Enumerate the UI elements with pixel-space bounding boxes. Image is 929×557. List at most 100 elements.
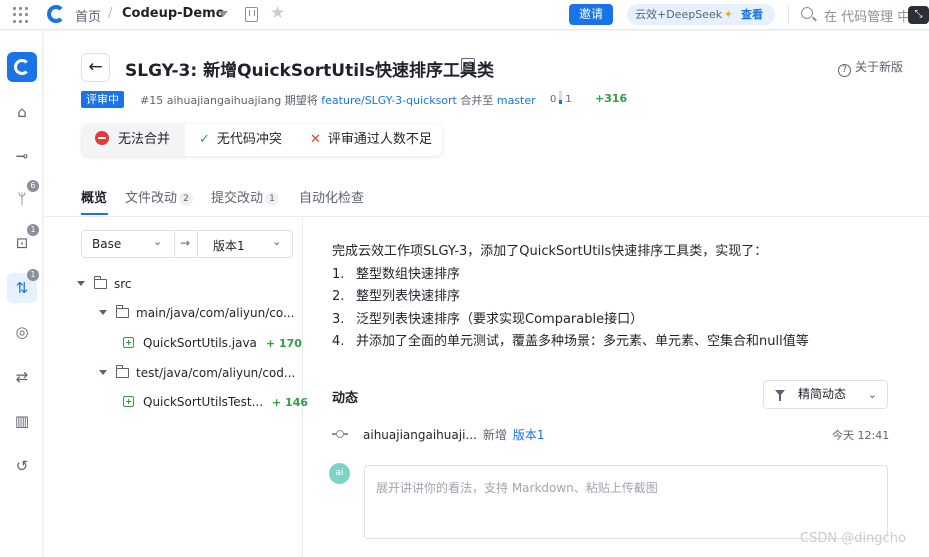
- tree-folder-test[interactable]: test/java/com/aliyun/cod...: [99, 362, 295, 384]
- description-item-text: 泛型列表快速排序（要求实现Comparable接口）: [356, 312, 644, 327]
- description-item: 4. 并添加了全面的单元测试，覆盖多种场景：多元素、单元素、空集合和null值等: [332, 330, 809, 349]
- commit-icon: ⊸: [15, 147, 29, 165]
- caret-down-icon: [99, 370, 107, 375]
- folder-icon: [115, 305, 129, 318]
- status-badge: 评审中: [81, 91, 124, 108]
- description-item: 2. 整型列表快速排序: [332, 285, 460, 304]
- select-divider: [174, 231, 175, 257]
- mr-meta-middle: 合并至: [456, 94, 497, 107]
- sidebar-item-tags[interactable]: ⊡ 1: [7, 224, 39, 258]
- tab-commits[interactable]: 提交改动 1: [211, 187, 280, 206]
- tab-overview-label: 概览: [81, 191, 108, 206]
- top-bar: 首页 / Codeup-Demo ★ 邀请 云效+DeepSeek ✦ 查看 在…: [0, 0, 929, 30]
- sidebar-item-branches[interactable]: ᛘ 6: [7, 180, 39, 214]
- sidebar-item-home[interactable]: ⌂: [7, 97, 37, 127]
- description-item-text: 整型列表快速排序: [356, 289, 461, 304]
- codeup-logo-icon[interactable]: [47, 5, 65, 23]
- sidebar-item-commits[interactable]: ⊸: [7, 141, 37, 171]
- commit-icon: [332, 430, 348, 438]
- tab-commits-count: 1: [265, 192, 280, 206]
- folder-icon: [115, 365, 129, 378]
- target-branch-link[interactable]: master: [497, 94, 536, 107]
- edit-title-icon[interactable]: [461, 58, 475, 72]
- app-grid-icon[interactable]: [13, 7, 29, 23]
- tree-folder-src[interactable]: src: [77, 273, 132, 295]
- search-icon[interactable]: [801, 7, 813, 19]
- tree-file-quicksortutilstest[interactable]: QuickSortUtilsTest... + 146: [123, 391, 308, 413]
- back-button[interactable]: ←: [81, 53, 110, 82]
- folder-icon: [93, 276, 107, 289]
- reviewer-check-label: 评审通过人数不足: [327, 132, 432, 147]
- select-divider: [197, 231, 198, 257]
- tab-file-changes-label: 文件改动: [125, 191, 178, 206]
- search-input[interactable]: 在 代码管理 中: [824, 6, 914, 25]
- file-added-icon: [123, 337, 134, 348]
- sparkle-icon: ✦: [723, 8, 733, 21]
- chevron-down-icon: ⌄: [272, 235, 282, 248]
- chevron-down-icon: ⌄: [153, 235, 163, 248]
- tree-file-quicksortutils[interactable]: QuickSortUtils.java + 170: [123, 332, 302, 354]
- comment-input[interactable]: 展开讲讲你的看法，支持 Markdown、粘贴上传截图: [364, 465, 888, 539]
- source-branch-link[interactable]: feature/SLGY-3-quicksort: [321, 94, 457, 107]
- ai-chip-view-link[interactable]: 查看: [741, 4, 763, 25]
- breadcrumb-home[interactable]: 首页: [75, 6, 101, 25]
- project-dropdown-icon[interactable]: [218, 11, 228, 17]
- active-tab-indicator: [81, 213, 108, 215]
- base-version-select[interactable]: Base: [92, 237, 121, 251]
- chevron-down-icon: ⌄: [867, 388, 877, 401]
- diff-deleted-count: 0: [550, 94, 557, 105]
- left-sidebar: ⌂ ⊸ ᛘ 6 ⊡ 1 ⇅ 1 ◎ ⇄ ▥ ↺: [0, 31, 43, 557]
- file-added-lines: + 146: [272, 396, 309, 409]
- tab-file-changes[interactable]: 文件改动 2: [125, 187, 194, 206]
- sidebar-item-history[interactable]: ↺: [7, 451, 37, 481]
- help-circle-icon: ?: [838, 64, 851, 77]
- description-item-number: 2.: [332, 289, 345, 304]
- expand-icon[interactable]: ⤡: [908, 6, 929, 24]
- diff-added-count: +316: [595, 92, 628, 105]
- diff-ratio-bar: [559, 91, 563, 104]
- target-icon: ◎: [15, 323, 29, 341]
- conflict-check-label: 无代码冲突: [216, 132, 282, 147]
- version-compare-select[interactable]: Base ⌄ → 版本1 ⌄: [81, 230, 293, 258]
- activity-filter-select[interactable]: 精简动态 ⌄: [763, 380, 888, 409]
- merge-checks-panel[interactable]: 无法合并 ✓ 无代码冲突 ✕ 评审通过人数不足: [82, 124, 442, 156]
- tab-commits-label: 提交改动: [211, 191, 264, 206]
- reviewer-check[interactable]: ✕ 评审通过人数不足: [310, 124, 432, 156]
- activity-verb: 新增: [482, 428, 507, 442]
- merge-status-check[interactable]: 无法合并: [82, 124, 185, 156]
- tab-overview[interactable]: 概览: [81, 187, 107, 206]
- target-version-select[interactable]: 版本1: [213, 237, 245, 254]
- tab-auto-checks-label: 自动化检查: [299, 191, 365, 206]
- ai-chip-label: 云效+DeepSeek: [635, 8, 723, 21]
- diff-added-small-count: 1: [565, 94, 572, 105]
- repo-book-icon[interactable]: [245, 7, 258, 22]
- star-icon[interactable]: ★: [270, 3, 285, 23]
- activity-version-link[interactable]: 版本1: [513, 428, 545, 442]
- tree-folder-main[interactable]: main/java/com/aliyun/co...: [99, 302, 294, 324]
- sidebar-item-target[interactable]: ◎: [7, 317, 37, 347]
- stats-icon: ▥: [14, 412, 30, 430]
- tab-auto-checks[interactable]: 自动化检查: [299, 187, 364, 206]
- ai-deepseek-chip[interactable]: 云效+DeepSeek ✦ 查看: [627, 4, 775, 25]
- sidebar-item-stats[interactable]: ▥: [7, 406, 37, 436]
- sidebar-item-merge-requests[interactable]: ⇅ 1: [7, 269, 39, 303]
- breadcrumb-project[interactable]: Codeup-Demo: [122, 6, 225, 21]
- conflict-check[interactable]: ✓ 无代码冲突: [199, 124, 282, 156]
- mr-meta-line: #15 aihuajiangaihuajiang 期望将 feature/SLG…: [140, 92, 536, 108]
- tree-folder-label: main/java/com/aliyun/co...: [136, 306, 295, 320]
- sidebar-item-sync[interactable]: ⇄: [7, 362, 37, 392]
- history-icon: ↺: [15, 457, 29, 475]
- whats-new-link[interactable]: ? 关于新版: [838, 58, 903, 77]
- invite-button[interactable]: 邀请: [569, 4, 613, 25]
- breadcrumb-separator: /: [108, 6, 113, 21]
- description-item-text: 整型数组快速排序: [356, 267, 461, 282]
- activity-user[interactable]: aihuajiangaihuaji...: [363, 428, 477, 442]
- caret-down-icon: [99, 310, 107, 315]
- check-icon: ✓: [199, 132, 210, 147]
- filter-icon: [775, 390, 785, 401]
- description-item: 3. 泛型列表快速排序（要求实现Comparable接口）: [332, 308, 643, 327]
- description-item-number: 4.: [332, 334, 345, 349]
- diff-summary-bar: 01: [550, 91, 572, 105]
- codeup-app-logo-icon[interactable]: [7, 52, 37, 82]
- close-icon: ✕: [310, 132, 321, 147]
